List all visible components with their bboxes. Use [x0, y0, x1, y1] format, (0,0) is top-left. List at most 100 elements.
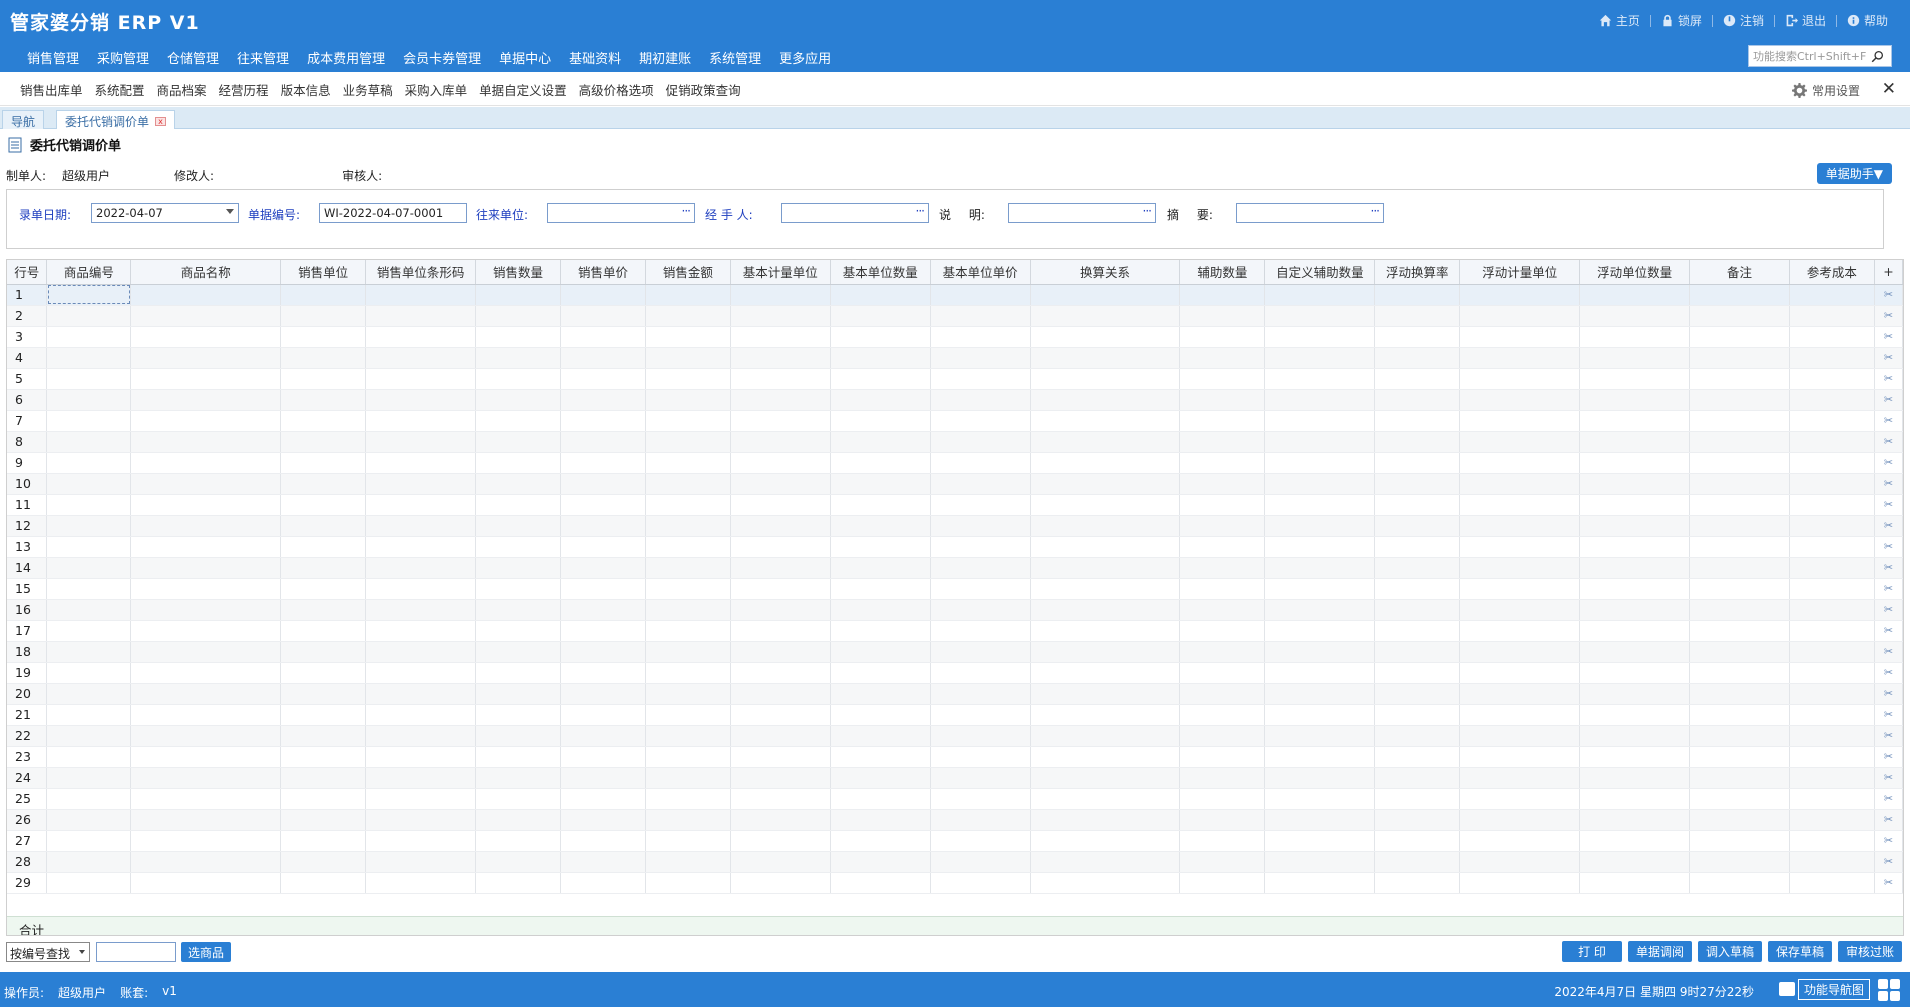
grid-cell[interactable]	[46, 620, 132, 642]
menu-warehouse[interactable]: 仓储管理	[158, 48, 228, 67]
grid-cell[interactable]	[475, 389, 561, 411]
grid-cell[interactable]	[46, 851, 132, 873]
grid-cell[interactable]	[1374, 662, 1461, 684]
delete-row-icon[interactable]: ✂	[1874, 725, 1903, 747]
table-row[interactable]: 3 ✂	[7, 326, 1903, 348]
delete-row-icon[interactable]: ✂	[1874, 431, 1903, 453]
grid-cell[interactable]	[46, 431, 132, 453]
grid-cell[interactable]	[1264, 305, 1376, 327]
grid-cell[interactable]	[930, 683, 1031, 705]
grid-cell[interactable]	[1179, 767, 1266, 789]
grid-cell[interactable]	[1030, 368, 1181, 390]
grid-cell[interactable]	[1689, 347, 1790, 369]
grid-cell[interactable]	[830, 389, 931, 411]
grid-cell[interactable]	[1459, 326, 1581, 348]
grid-cell[interactable]	[930, 305, 1031, 327]
grid-cell[interactable]	[560, 641, 646, 663]
delete-row-icon[interactable]: ✂	[1874, 767, 1903, 789]
grid-cell[interactable]	[560, 704, 646, 726]
grid-cell[interactable]	[1579, 830, 1691, 852]
grid-cell[interactable]	[365, 662, 477, 684]
grid-cell[interactable]	[475, 872, 561, 894]
lookup-input[interactable]	[96, 942, 176, 962]
grid-cell[interactable]	[46, 725, 132, 747]
grid-cell[interactable]	[930, 767, 1031, 789]
grid-cell[interactable]	[730, 494, 831, 516]
grid-cell[interactable]	[1689, 452, 1790, 474]
grid-cell[interactable]	[1459, 872, 1581, 894]
grid-cell[interactable]	[475, 431, 561, 453]
grid-cell[interactable]	[1579, 557, 1691, 579]
grid-cell[interactable]	[1030, 452, 1181, 474]
grid-cell[interactable]	[1179, 410, 1266, 432]
grid-cell[interactable]	[830, 830, 931, 852]
grid-cell[interactable]	[475, 284, 561, 306]
grid-cell[interactable]	[1689, 536, 1790, 558]
grid-cell[interactable]	[830, 620, 931, 642]
grid-cell[interactable]	[1689, 515, 1790, 537]
grid-cell[interactable]	[930, 368, 1031, 390]
grid-cell[interactable]	[475, 725, 561, 747]
delete-row-icon[interactable]: ✂	[1874, 536, 1903, 558]
grid-cell[interactable]	[1459, 368, 1581, 390]
grid-cell[interactable]	[475, 767, 561, 789]
grid-cell[interactable]	[475, 662, 561, 684]
grid-cell[interactable]	[1179, 725, 1266, 747]
grid-cell[interactable]	[1459, 851, 1581, 873]
grid-cell[interactable]	[1264, 620, 1376, 642]
quick-nav-sales-outbound[interactable]: 销售出库单	[14, 80, 89, 99]
table-row[interactable]: 5 ✂	[7, 368, 1903, 390]
table-row[interactable]: 14 ✂	[7, 557, 1903, 579]
table-row[interactable]: 18 ✂	[7, 641, 1903, 663]
grid-cell[interactable]	[130, 872, 282, 894]
grid-cell[interactable]	[475, 788, 561, 810]
grid-cell[interactable]	[1264, 809, 1376, 831]
grid-cell[interactable]	[830, 767, 931, 789]
grid-cell[interactable]	[930, 452, 1031, 474]
grid-cell[interactable]	[560, 326, 646, 348]
save-draft-button[interactable]: 保存草稿	[1767, 941, 1832, 962]
grid-cell[interactable]	[830, 347, 931, 369]
handler-field[interactable]: ···	[781, 203, 929, 223]
grid-cell[interactable]	[1689, 725, 1790, 747]
grid-cell[interactable]	[365, 872, 477, 894]
grid-cell[interactable]	[1179, 368, 1266, 390]
grid-cell[interactable]	[46, 452, 132, 474]
grid-cell[interactable]	[1459, 494, 1581, 516]
grid-cell[interactable]	[1264, 725, 1376, 747]
help-link[interactable]: 帮助	[1837, 12, 1898, 29]
grid-cell[interactable]	[730, 809, 831, 831]
table-row[interactable]: 9 ✂	[7, 452, 1903, 474]
grid-cell[interactable]	[1179, 578, 1266, 600]
grid-cell[interactable]	[1789, 305, 1875, 327]
grid-cell[interactable]	[130, 599, 282, 621]
grid-cell[interactable]	[130, 641, 282, 663]
grid-cell[interactable]	[1689, 410, 1790, 432]
delete-row-icon[interactable]: ✂	[1874, 578, 1903, 600]
grid-cell[interactable]	[560, 788, 646, 810]
delete-row-icon[interactable]: ✂	[1874, 326, 1903, 348]
grid-cell[interactable]	[130, 725, 282, 747]
grid-cell[interactable]	[46, 704, 132, 726]
grid-cell[interactable]	[1459, 284, 1581, 306]
grid-cell[interactable]	[830, 851, 931, 873]
grid-cell[interactable]	[730, 347, 831, 369]
grid-cell[interactable]	[730, 704, 831, 726]
grid-cell[interactable]	[1374, 305, 1461, 327]
grid-cell[interactable]	[130, 620, 282, 642]
grid-cell[interactable]	[365, 557, 477, 579]
grid-cell[interactable]	[130, 410, 282, 432]
grid-cell[interactable]	[1374, 809, 1461, 831]
grid-cell[interactable]	[930, 389, 1031, 411]
grid-cell[interactable]	[930, 704, 1031, 726]
grid-cell[interactable]	[1030, 515, 1181, 537]
grid-cell[interactable]	[365, 620, 477, 642]
grid-cell[interactable]	[1689, 326, 1790, 348]
grid-cell[interactable]	[730, 788, 831, 810]
grid-cell[interactable]	[1459, 788, 1581, 810]
grid-cell[interactable]	[930, 578, 1031, 600]
grid-cell[interactable]	[1264, 683, 1376, 705]
grid-cell[interactable]	[730, 662, 831, 684]
grid-cell[interactable]	[46, 473, 132, 495]
grid-cell[interactable]	[730, 284, 831, 306]
